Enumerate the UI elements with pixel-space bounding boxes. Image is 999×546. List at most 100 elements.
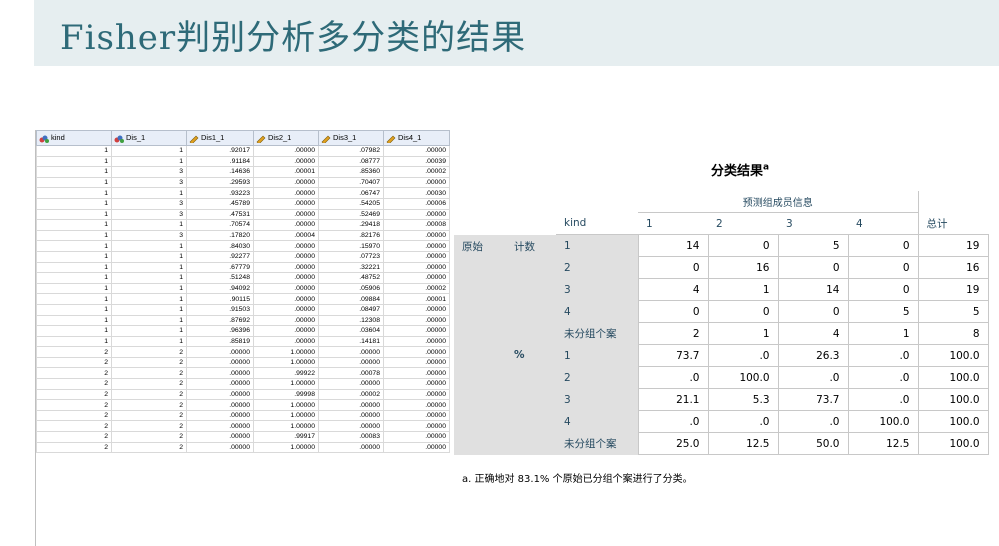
data-cell[interactable]: .00000 [383,229,450,242]
data-cell[interactable]: .87692 [186,314,254,327]
data-cell[interactable]: .48752 [318,272,384,284]
data-cell[interactable]: .07982 [318,145,384,157]
data-cell[interactable]: .00001 [253,166,319,178]
data-cell[interactable]: .91184 [186,155,254,168]
data-cell[interactable]: .00000 [383,335,450,348]
data-cell[interactable]: .96396 [186,325,254,337]
data-cell[interactable]: .05906 [318,282,384,295]
data-cell[interactable]: .47531 [186,208,254,221]
data-cell[interactable]: .00000 [186,441,254,454]
data-cell[interactable]: 1 [36,155,112,168]
data-cell[interactable]: 1 [36,325,112,337]
data-cell[interactable]: 2 [111,346,187,358]
data-cell[interactable]: .52469 [318,208,384,221]
data-cell[interactable]: .00000 [253,261,319,274]
data-cell[interactable]: 1 [111,314,187,327]
data-cell[interactable]: 2 [36,409,112,422]
data-cell[interactable]: 1 [36,208,112,221]
column-header-dis_1[interactable]: Dis_1 [111,130,187,146]
data-cell[interactable]: .00000 [383,399,450,411]
data-cell[interactable]: .00000 [318,399,384,411]
column-header-dis3_1[interactable]: Dis3_1 [318,130,384,146]
data-cell[interactable]: 1.00000 [253,346,319,358]
data-cell[interactable]: .51248 [186,272,254,284]
data-cell[interactable]: 1 [36,314,112,327]
data-cell[interactable]: .00000 [253,303,319,316]
data-cell[interactable]: 1.00000 [253,399,319,411]
data-cell[interactable]: 3 [111,229,187,242]
data-cell[interactable]: .03604 [318,325,384,337]
data-cell[interactable]: 1 [111,325,187,337]
data-cell[interactable]: .00000 [186,356,254,369]
data-cell[interactable]: .14181 [318,335,384,348]
data-cell[interactable]: .99998 [253,388,319,401]
data-cell[interactable]: .00002 [318,388,384,401]
data-cell[interactable]: .91503 [186,303,254,316]
data-cell[interactable]: .00078 [318,367,384,380]
data-cell[interactable]: .00002 [383,166,450,178]
data-cell[interactable]: 1 [36,303,112,316]
data-cell[interactable]: .00000 [186,409,254,422]
data-cell[interactable]: .45789 [186,197,254,210]
data-cell[interactable]: .00000 [318,356,384,369]
data-cell[interactable]: 1 [36,145,112,157]
data-cell[interactable]: 1 [36,240,112,252]
data-cell[interactable]: .90115 [186,293,254,305]
data-cell[interactable]: .00000 [383,250,450,263]
data-cell[interactable]: .92277 [186,250,254,263]
data-cell[interactable]: .00000 [253,197,319,210]
data-cell[interactable]: .07723 [318,250,384,263]
data-cell[interactable]: 2 [36,399,112,411]
data-cell[interactable]: 2 [111,431,187,443]
column-header-kind[interactable]: kind [36,130,112,146]
data-cell[interactable]: .00000 [186,420,254,433]
data-cell[interactable]: .00000 [318,441,384,454]
data-cell[interactable]: .70407 [318,176,384,189]
data-cell[interactable]: .93223 [186,187,254,199]
data-cell[interactable]: 3 [111,197,187,210]
data-cell[interactable]: 1.00000 [253,441,319,454]
data-cell[interactable]: 1 [111,250,187,263]
data-cell[interactable]: .00000 [253,272,319,284]
data-cell[interactable]: .00000 [253,187,319,199]
data-cell[interactable]: .70574 [186,219,254,231]
data-cell[interactable]: .00000 [383,420,450,433]
data-cell[interactable]: 1 [111,240,187,252]
column-header-dis4_1[interactable]: Dis4_1 [383,130,450,146]
data-cell[interactable]: .92017 [186,145,254,157]
data-cell[interactable]: 1.00000 [253,356,319,369]
data-cell[interactable]: .32221 [318,261,384,274]
data-cell[interactable]: .00000 [383,272,450,284]
data-cell[interactable]: 1 [111,145,187,157]
data-cell[interactable]: .00000 [383,145,450,157]
data-cell[interactable]: .00000 [253,335,319,348]
data-cell[interactable]: .29593 [186,176,254,189]
data-cell[interactable]: .00000 [383,378,450,390]
data-cell[interactable]: .00000 [253,145,319,157]
data-cell[interactable]: .00000 [253,250,319,263]
data-cell[interactable]: .00000 [383,356,450,369]
data-cell[interactable]: 1 [111,261,187,274]
data-cell[interactable]: 2 [36,431,112,443]
data-cell[interactable]: .00000 [186,346,254,358]
data-cell[interactable]: 2 [36,378,112,390]
data-cell[interactable]: .54205 [318,197,384,210]
data-cell[interactable]: .00000 [383,388,450,401]
data-cell[interactable]: .00000 [383,240,450,252]
data-cell[interactable]: 1.00000 [253,420,319,433]
data-cell[interactable]: 1 [36,197,112,210]
data-cell[interactable]: .00000 [253,155,319,168]
data-cell[interactable]: .00000 [186,378,254,390]
data-cell[interactable]: 1 [111,272,187,284]
data-cell[interactable]: .12308 [318,314,384,327]
data-cell[interactable]: .17820 [186,229,254,242]
data-cell[interactable]: 1 [36,219,112,231]
data-cell[interactable]: 1 [36,187,112,199]
data-cell[interactable]: 2 [36,420,112,433]
data-cell[interactable]: 1 [36,261,112,274]
data-cell[interactable]: .85819 [186,335,254,348]
data-cell[interactable]: 2 [36,367,112,380]
data-cell[interactable]: 3 [111,166,187,178]
data-cell[interactable]: .00000 [383,409,450,422]
data-cell[interactable]: 2 [36,388,112,401]
